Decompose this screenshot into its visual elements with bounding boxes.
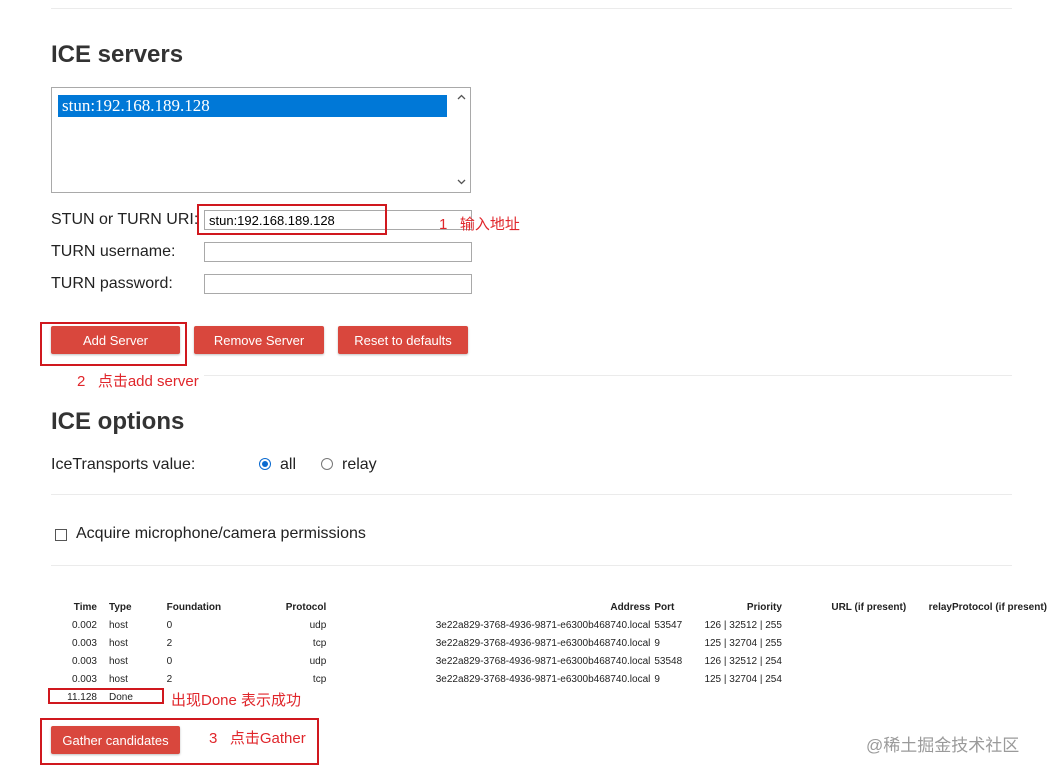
cell-relay-protocol [906,616,1047,634]
table-header-row: Time Type Foundation Protocol Address Po… [52,598,1047,616]
ice-options-heading: ICE options [51,408,185,435]
cell-address: 3e22a829-3768-4936-9871-e6300b468740.loc… [435,673,651,685]
step3-annotation: 3 点击Gather [209,730,306,747]
cell-relay-protocol [906,670,1047,688]
reset-to-defaults-button[interactable]: Reset to defaults [338,326,468,354]
turn-password-label: TURN password: [51,275,173,292]
remove-server-button[interactable]: Remove Server [194,326,324,354]
cell-priority: 126 | 32512 | 255 [704,619,782,631]
header-protocol: Protocol [285,601,327,613]
cell-protocol: udp [309,655,327,667]
cell-type: host [108,673,128,685]
turn-username-input[interactable] [204,242,472,262]
permissions-label[interactable]: Acquire microphone/camera permissions [76,525,366,543]
cell-priority: 125 | 32704 | 255 [704,637,782,649]
header-time: Time [73,601,97,613]
ice-transports-label: IceTransports value: [51,456,196,473]
header-port: Port [654,601,675,613]
cell-address: 3e22a829-3768-4936-9871-e6300b468740.loc… [435,637,651,649]
cell-foundation: 2 [166,637,173,649]
cell-foundation: 2 [166,673,173,685]
cell-protocol: udp [309,619,327,631]
cell-url [782,634,906,652]
turn-password-input[interactable] [204,274,472,294]
header-address: Address [610,601,651,613]
top-divider [51,8,1012,9]
listbox-scrollbar[interactable] [453,88,470,192]
cell-address: 3e22a829-3768-4936-9871-e6300b468740.loc… [435,619,651,631]
options-divider [51,494,1012,495]
cell-relay-protocol [906,634,1047,652]
header-url: URL (if present) [831,601,907,613]
ice-servers-listbox[interactable]: stun:192.168.189.128 [51,87,471,193]
ice-server-option[interactable]: stun:192.168.189.128 [58,95,447,117]
cell-time: 0.003 [71,673,97,685]
cell-address: 3e22a829-3768-4936-9871-e6300b468740.loc… [435,655,651,667]
cell-port: 9 [654,673,660,685]
radio-relay[interactable] [321,458,333,470]
header-priority: Priority [746,601,782,613]
cell-url [782,670,906,688]
uri-highlight-box [197,204,387,235]
radio-all-label[interactable]: all [280,456,296,474]
permissions-divider [51,565,1012,566]
done-highlight-box [48,688,164,704]
section-divider [204,375,1012,376]
cell-priority: 125 | 32704 | 254 [704,673,782,685]
header-type: Type [108,601,132,613]
step1-annotation: 1 输入地址 [439,216,520,233]
done-annotation: 出现Done 表示成功 [171,692,302,709]
cell-time: 0.002 [71,619,97,631]
turn-username-label: TURN username: [51,243,176,260]
header-relay-protocol: relayProtocol (if present) [928,601,1047,613]
cell-type: host [108,637,128,649]
uri-label: STUN or TURN URI: [51,211,199,228]
scroll-up-icon[interactable] [457,93,466,102]
ice-servers-heading: ICE servers [51,41,184,68]
radio-relay-label[interactable]: relay [342,456,377,474]
radio-all[interactable] [259,458,271,470]
step2-annotation: 2 点击add server [77,373,199,390]
cell-priority: 126 | 32512 | 254 [704,655,782,667]
cell-url [782,616,906,634]
cell-foundation: 0 [166,619,173,631]
table-row: 0.002 host 0 udp 3e22a829-3768-4936-9871-e63… [52,616,1047,634]
header-foundation: Foundation [166,601,222,613]
table-row: 0.003 host 2 tcp 3e22a829-3768-4936-9871-e63… [52,634,1047,652]
cell-protocol: tcp [312,637,327,649]
cell-time: 0.003 [71,655,97,667]
cell-port: 53547 [654,619,683,631]
cell-url [782,652,906,670]
cell-foundation: 0 [166,655,173,667]
scroll-down-icon[interactable] [457,177,466,186]
cell-type: host [108,619,128,631]
cell-time: 0.003 [71,637,97,649]
cell-port: 9 [654,637,660,649]
cell-protocol: tcp [312,673,327,685]
cell-port: 53548 [654,655,683,667]
table-row: 0.003 host 0 udp 3e22a829-3768-4936-9871-e63… [52,652,1047,670]
cell-type: host [108,655,128,667]
table-row: 0.003 host 2 tcp 3e22a829-3768-4936-9871-e63… [52,670,1047,688]
permissions-checkbox[interactable] [55,529,67,541]
watermark: @稀土掘金技术社区 [866,736,1020,755]
add-server-highlight-box [40,322,187,366]
cell-relay-protocol [906,652,1047,670]
